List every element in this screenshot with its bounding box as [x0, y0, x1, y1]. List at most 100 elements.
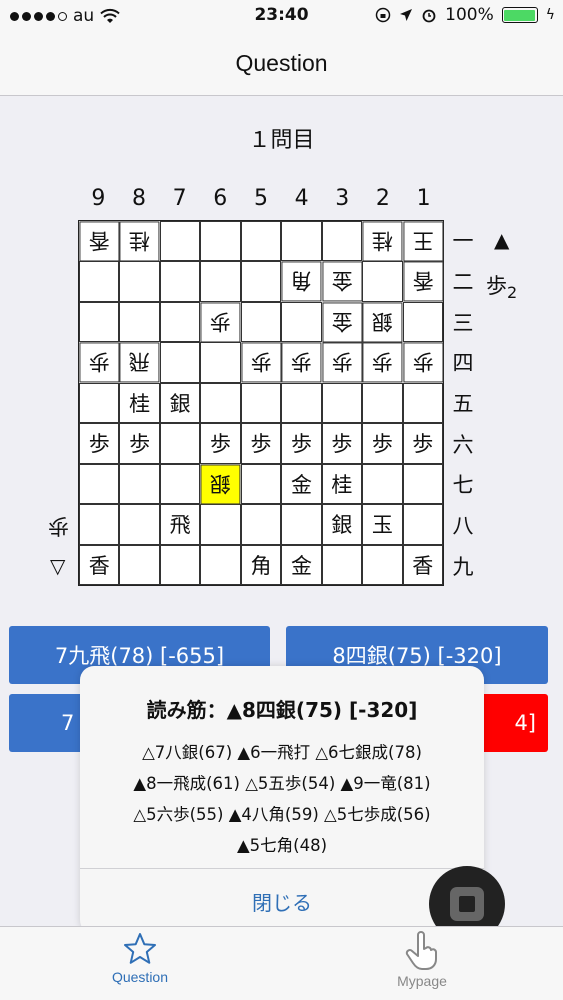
board-square[interactable]: [240, 221, 282, 262]
board-square[interactable]: 歩: [200, 423, 241, 464]
tab-question[interactable]: Question: [70, 931, 210, 997]
board-square[interactable]: [119, 301, 160, 343]
board-square[interactable]: 桂: [321, 463, 363, 505]
board-square[interactable]: [240, 463, 282, 505]
board-square[interactable]: 歩: [79, 423, 120, 464]
board-square[interactable]: 歩: [321, 342, 363, 383]
board-square[interactable]: 歩: [240, 423, 282, 464]
board-square[interactable]: [321, 544, 363, 585]
shogi-piece: 桂: [129, 391, 151, 416]
board-square[interactable]: 香: [79, 221, 120, 262]
shogi-piece: 金: [331, 309, 353, 334]
board-square[interactable]: 歩: [200, 301, 241, 343]
board-square[interactable]: [119, 544, 160, 585]
sente-pieces-in-hand[interactable]: 歩2: [486, 270, 517, 302]
board-square[interactable]: [159, 544, 201, 585]
board-square[interactable]: [281, 504, 322, 545]
row-label: 二: [452, 269, 474, 294]
board-square[interactable]: [362, 544, 403, 585]
board-square[interactable]: 歩: [240, 342, 282, 383]
shogi-board[interactable]: 香桂桂王角金香歩金銀歩飛歩歩歩歩歩桂銀歩歩歩歩歩歩歩歩銀金桂飛銀玉香角金香: [78, 220, 444, 586]
board-square[interactable]: [362, 261, 403, 302]
board-square[interactable]: 王: [402, 221, 443, 262]
shogi-piece: 王: [412, 228, 434, 253]
board-square[interactable]: 銀: [362, 301, 403, 343]
gote-pieces-in-hand[interactable]: 歩: [48, 512, 69, 542]
board-square[interactable]: 香: [402, 544, 443, 585]
board-square[interactable]: [240, 261, 282, 302]
board-square[interactable]: [159, 423, 201, 464]
board-square[interactable]: 香: [79, 544, 120, 585]
board-square[interactable]: 歩: [402, 342, 443, 383]
board-square[interactable]: 銀: [321, 504, 363, 545]
board-square[interactable]: 歩: [281, 342, 322, 383]
board-square[interactable]: [362, 382, 403, 424]
board-square[interactable]: 金: [321, 261, 363, 302]
board-square[interactable]: [240, 301, 282, 343]
board-square[interactable]: 角: [281, 261, 322, 302]
board-square[interactable]: [402, 301, 443, 343]
board-square[interactable]: 歩: [281, 423, 322, 464]
move-sequence-line: ▲8一飛成(61) △5五歩(54) ▲9一竜(81): [133, 774, 431, 793]
board-square[interactable]: [362, 463, 403, 505]
board-square[interactable]: [159, 221, 201, 262]
board-square[interactable]: 飛: [119, 342, 160, 383]
board-square[interactable]: [200, 382, 241, 424]
board-square[interactable]: [79, 463, 120, 505]
board-square[interactable]: 歩: [362, 423, 403, 464]
move-sequence-line: △5六歩(55) ▲4八角(59) △5七歩成(56): [133, 805, 431, 824]
board-square[interactable]: 飛: [159, 504, 201, 545]
board-square[interactable]: 桂: [119, 221, 160, 262]
board-square[interactable]: 金: [281, 463, 322, 505]
board-square[interactable]: [79, 382, 120, 424]
board-row-labels: 一 二 三 四 五 六 七 八 九: [448, 220, 478, 586]
board-square[interactable]: [281, 301, 322, 343]
shogi-piece: 銀: [169, 391, 191, 416]
close-button[interactable]: 閉じる: [80, 868, 484, 934]
board-square[interactable]: [402, 463, 443, 505]
board-square[interactable]: 桂: [362, 221, 403, 262]
board-square[interactable]: [79, 504, 120, 545]
board-square[interactable]: [200, 504, 241, 545]
shogi-piece: 歩: [412, 432, 434, 457]
board-square[interactable]: [119, 261, 160, 302]
board-square[interactable]: [240, 504, 282, 545]
board-square[interactable]: [79, 301, 120, 343]
board-square[interactable]: 香: [402, 261, 443, 302]
board-square[interactable]: 金: [321, 301, 363, 343]
board-square[interactable]: [200, 221, 241, 262]
board-square[interactable]: [321, 382, 363, 424]
shogi-piece: 歩: [250, 349, 272, 374]
board-square[interactable]: 角: [240, 544, 282, 585]
tab-mypage[interactable]: Mypage: [352, 931, 492, 997]
board-square[interactable]: [79, 261, 120, 302]
board-square[interactable]: [119, 463, 160, 505]
board-square[interactable]: [281, 221, 322, 262]
board-square[interactable]: 桂: [119, 382, 160, 424]
board-square[interactable]: [402, 504, 443, 545]
board-square[interactable]: [119, 504, 160, 545]
board-square[interactable]: [200, 342, 241, 383]
board-square[interactable]: 歩: [402, 423, 443, 464]
board-square[interactable]: [321, 221, 363, 262]
board-square[interactable]: [200, 261, 241, 302]
board-square[interactable]: 歩: [79, 342, 120, 383]
board-square[interactable]: [200, 544, 241, 585]
board-square[interactable]: [159, 261, 201, 302]
board-square[interactable]: 金: [281, 544, 322, 585]
board-square[interactable]: [159, 301, 201, 343]
board-square[interactable]: 歩: [362, 342, 403, 383]
board-square[interactable]: [240, 382, 282, 424]
board-square[interactable]: 玉: [362, 504, 403, 545]
board-square[interactable]: 歩: [321, 423, 363, 464]
board-square[interactable]: 銀: [200, 463, 241, 505]
board-square[interactable]: [281, 382, 322, 424]
board-square[interactable]: 歩: [119, 423, 160, 464]
shogi-piece: 銀: [210, 470, 232, 495]
board-square[interactable]: [159, 463, 201, 505]
board-square[interactable]: [402, 382, 443, 424]
board-square[interactable]: [159, 342, 201, 383]
shogi-piece: 歩: [250, 432, 272, 457]
board-square[interactable]: 銀: [159, 382, 201, 424]
row-label: 九: [452, 554, 474, 579]
